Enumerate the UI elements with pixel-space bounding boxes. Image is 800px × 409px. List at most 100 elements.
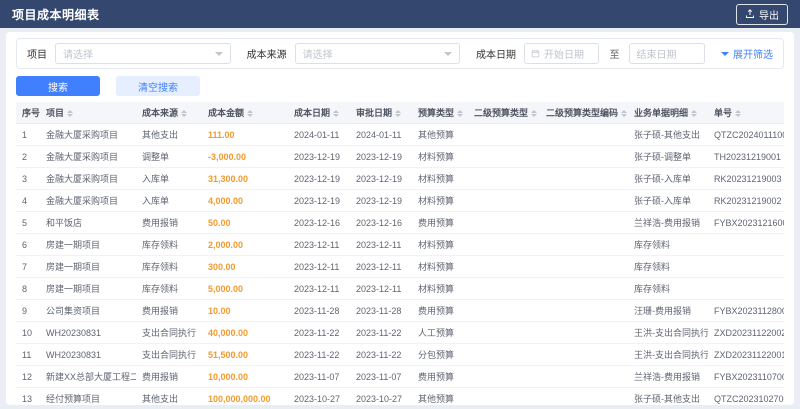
sort-icon[interactable] [395,110,402,118]
column-header[interactable]: 预算类型 [412,102,468,124]
source-filter-label: 成本来源 [246,50,287,61]
column-header[interactable]: 二级预算类型编码 [540,102,628,124]
table-cell: 王洪-支出合同执行 [628,343,708,366]
expand-filter-toggle[interactable]: 展开筛选 [721,46,773,61]
table-cell: 材料预算 [412,189,468,212]
table-cell: QTZC20231027002 [708,387,784,405]
table-row[interactable]: 7 房建一期项目 库存领料 300.00 2023-12-11 2023-12-11 材料预… [16,255,784,278]
table-cell: 2023-12-19 [350,167,412,190]
sort-icon[interactable] [247,110,254,118]
table-cell: 其他支出 [136,387,202,405]
table-header-row: 序号 项目 成本来源 成本金额 成本日期 审批日期 预算类型 二级预算类型 二级预算类型编码 业务… [16,102,784,124]
table-cell: 入库单 [136,189,202,212]
sort-icon[interactable] [181,110,188,118]
table-cell: 2023-12-11 [288,255,350,278]
column-header[interactable]: 项目 [40,102,136,124]
column-header[interactable]: 单号 [708,102,784,124]
table-cell: 兰祥浩-费用报销 [628,365,708,388]
table-cell: 其他预算 [412,123,468,146]
table-cell: 库存领料 [136,233,202,256]
search-button[interactable]: 搜索 [16,76,100,96]
table-cell [468,255,540,278]
date-range-separator: 至 [609,50,620,61]
table-cell [540,145,628,168]
table-row[interactable]: 5 和平饭店 费用报销 50.00 2023-12-16 2023-12-16 费用预算 兰祥… [16,211,784,234]
column-header[interactable]: 成本日期 [288,102,350,124]
table-row[interactable]: 11 WH20230831 支出合同执行 51,500.00 2023-11-22 202… [16,343,784,366]
sort-icon[interactable] [457,110,464,118]
column-header[interactable]: 二级预算类型 [468,102,540,124]
date-filter-label: 成本日期 [475,50,516,61]
table-cell: 费用预算 [412,299,468,322]
filter-panel: 项目 请选择 成本来源 请选择 成本日期 开始日期 至 结束日期 展开筛选 [16,38,784,69]
table-cell: 金融大厦采购项目 [40,145,136,168]
table-cell: 兰祥浩-费用报销 [628,211,708,234]
table-cell: 金融大厦采购项目 [40,123,136,146]
table-cell [708,233,784,256]
sort-icon[interactable] [621,110,628,118]
table-row[interactable]: 13 经付预算项目 其他支出 100,000,000.00 2023-10-27 2023… [16,387,784,405]
table-cell: 7 [16,255,40,278]
page-title: 项目成本明细表 [12,7,100,22]
column-header-label: 序号 [22,108,40,118]
table-cell: 2023-10-27 [288,387,350,405]
table-cell: 6 [16,233,40,256]
clear-search-button[interactable]: 清空搜索 [116,76,200,96]
table-cell [540,167,628,190]
table-cell: 入库单 [136,167,202,190]
sort-icon[interactable] [531,110,538,118]
column-header-label: 二级预算类型 [474,108,529,118]
table-cell: 12 [16,365,40,388]
table-cell [540,255,628,278]
column-header[interactable]: 业务单据明细 [628,102,708,124]
source-select-placeholder: 请选择 [302,50,333,61]
table-cell [540,343,628,366]
table-cell [468,343,540,366]
calendar-icon [531,49,540,58]
start-date-input[interactable]: 开始日期 [523,43,600,64]
column-header[interactable]: 成本来源 [136,102,202,124]
table-cell [468,299,540,322]
table-cell: 王洪-支出合同执行 [628,321,708,344]
end-date-input[interactable]: 结束日期 [629,43,705,64]
table-row[interactable]: 6 房建一期项目 库存领料 2,000.00 2023-12-11 2023-12-11 材… [16,233,784,256]
source-select[interactable]: 请选择 [294,43,460,64]
project-filter-group: 项目 请选择 [27,43,231,64]
column-header[interactable]: 审批日期 [350,102,412,124]
table-cell [708,255,784,278]
table-cell [468,189,540,212]
table-cell: ZXD20231122001 [708,343,784,366]
sort-icon[interactable] [333,110,340,118]
table-row[interactable]: 9 公司集资项目 费用报销 10.00 2023-11-28 2023-11-28 费用预算… [16,299,784,322]
table-cell: 2023-12-19 [288,167,350,190]
table-row[interactable]: 1 金融大厦采购项目 其他支出 111.00 2024-01-11 2024-01-11 其… [16,123,784,146]
table-cell: 房建一期项目 [40,277,136,300]
project-filter-label: 项目 [27,50,47,61]
table-cell [468,123,540,146]
export-button[interactable]: 导出 [736,3,788,25]
table-cell: 2023-11-22 [350,343,412,366]
table-cell: 1 [16,123,40,146]
table-cell: 2024-01-11 [350,123,412,146]
table-row[interactable]: 2 金融大厦采购项目 调整单 -3,000.00 2023-12-19 2023-12-1… [16,145,784,168]
table-row[interactable]: 8 房建一期项目 库存领料 5,000.00 2023-12-11 2023-12-11 材… [16,277,784,300]
table-cell [708,277,784,300]
table-row[interactable]: 4 金融大厦采购项目 入库单 4,000.00 2023-12-19 2023-12-19… [16,189,784,212]
sort-icon[interactable] [67,110,74,118]
column-header[interactable]: 成本金额 [202,102,288,124]
table-row[interactable]: 3 金融大厦采购项目 入库单 31,300.00 2023-12-19 2023-12-1… [16,167,784,190]
table-cell: 2023-11-07 [350,365,412,388]
table-cell: 费用预算 [412,211,468,234]
sort-icon[interactable] [735,110,742,118]
table-cell: 300.00 [202,255,288,278]
sort-icon[interactable] [691,110,698,118]
table-cell [468,211,540,234]
chevron-down-icon [721,51,729,56]
table-cell: 51,500.00 [202,343,288,366]
table-row[interactable]: 12新建XX总部大厦工程二期费用报销10,000.002023-11-07202… [16,365,784,388]
table-cell: 和平饭店 [40,211,136,234]
project-select[interactable]: 请选择 [55,43,231,64]
table-row[interactable]: 10 WH20230831 支出合同执行 40,000.00 2023-11-22 202… [16,321,784,344]
table-cell: 2023-11-28 [350,299,412,322]
table-cell: 张子硕-入库单 [628,189,708,212]
